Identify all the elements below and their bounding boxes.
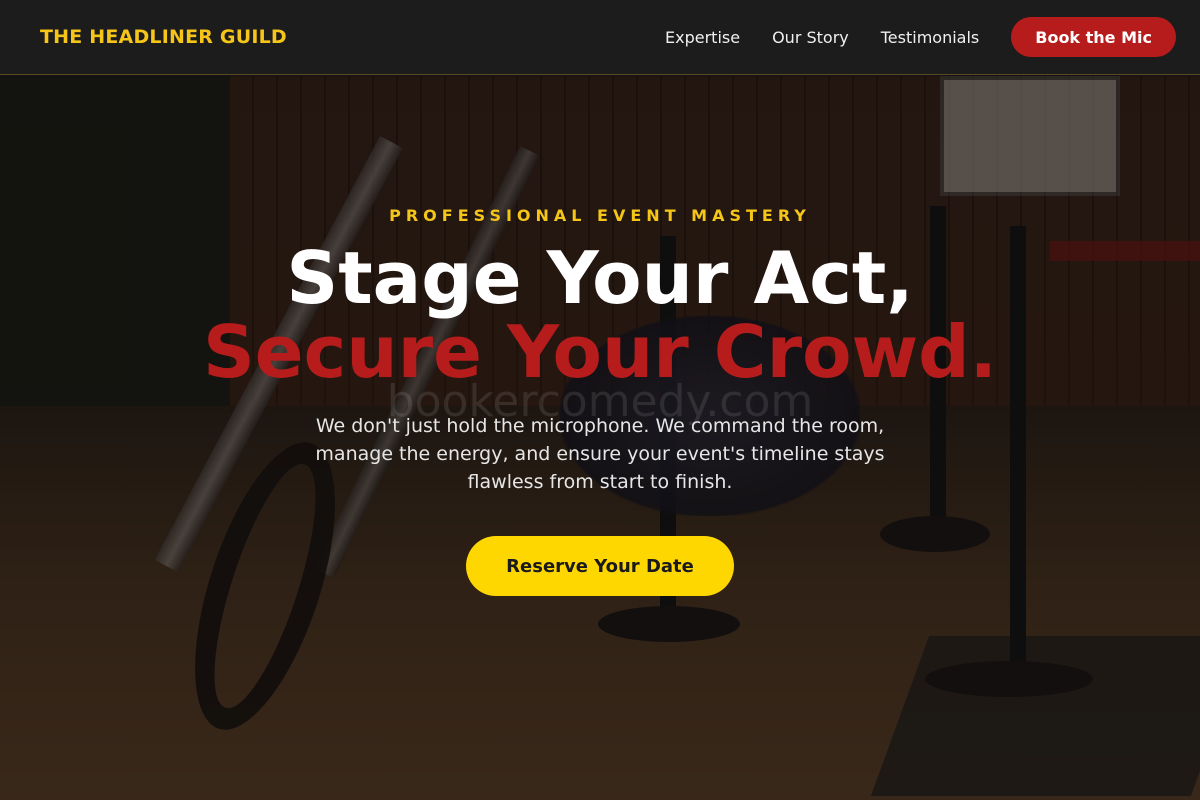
page: THE HEADLINER GUILD Expertise Our Story … xyxy=(0,0,1200,800)
hero-eyebrow: PROFESSIONAL EVENT MASTERY xyxy=(389,206,811,225)
hero-subtext: We don't just hold the microphone. We co… xyxy=(315,415,885,493)
top-navbar: THE HEADLINER GUILD Expertise Our Story … xyxy=(0,0,1200,75)
nav-link-testimonials[interactable]: Testimonials xyxy=(881,28,980,47)
hero-section: PROFESSIONAL EVENT MASTERY Stage Your Ac… xyxy=(0,76,1200,800)
nav-link-our-story[interactable]: Our Story xyxy=(772,28,849,47)
hero-headline: Stage Your Act, Secure Your Crowd. xyxy=(0,241,1200,389)
reserve-your-date-button[interactable]: Reserve Your Date xyxy=(466,536,734,596)
hero-headline-line1: Stage Your Act, xyxy=(286,236,914,320)
book-the-mic-button[interactable]: Book the Mic xyxy=(1011,17,1176,57)
brand-logo[interactable]: THE HEADLINER GUILD xyxy=(40,26,287,48)
nav-links: Expertise Our Story Testimonials Book th… xyxy=(633,17,1176,57)
nav-link-expertise[interactable]: Expertise xyxy=(665,28,740,47)
